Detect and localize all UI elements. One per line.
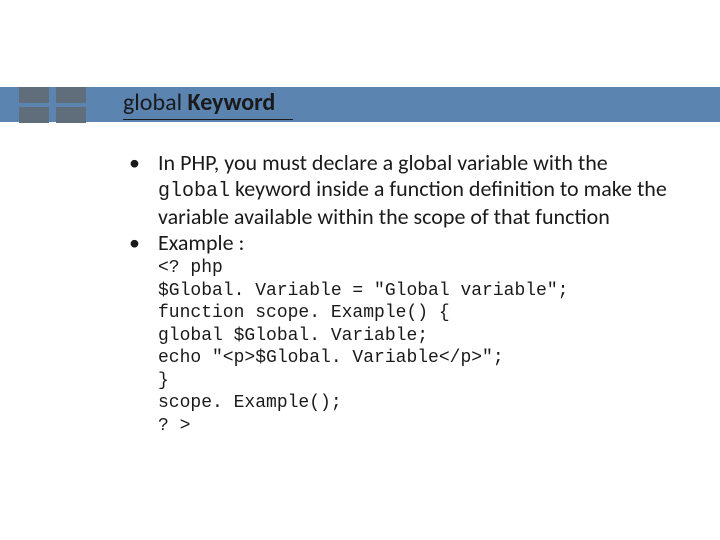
bullet-text: In PHP, you must declare a global variab… [158,149,608,176]
deco-square-icon [19,107,49,123]
deco-square-icon [19,87,49,103]
bullet-item: Example : [123,230,683,256]
code-line: <? php [158,258,223,278]
slide-title: global Keyword [123,88,275,117]
title-band [0,87,720,122]
content-area: In PHP, you must declare a global variab… [123,150,683,437]
bullet-text: keyword inside a function definition to … [158,175,667,230]
code-line: function scope. Example() { [158,303,450,323]
deco-square-icon [56,87,86,103]
code-line: } [158,371,169,391]
code-line: ? > [158,416,190,436]
code-line: $Global. Variable = "Global variable"; [158,281,568,301]
title-word-global: global [123,88,182,117]
code-line: scope. Example(); [158,393,342,413]
title-underline [123,119,293,120]
inline-code: global [158,180,230,203]
code-line: echo "<p>$Global. Variable</p>"; [158,348,504,368]
title-word-keyword: Keyword [182,88,275,117]
bullet-text: Example : [158,229,244,256]
deco-square-icon [56,107,86,123]
bullet-list: In PHP, you must declare a global variab… [123,150,683,255]
code-example: <? php $Global. Variable = "Global varia… [123,257,683,437]
code-line: global $Global. Variable; [158,326,428,346]
bullet-item: In PHP, you must declare a global variab… [123,150,683,230]
